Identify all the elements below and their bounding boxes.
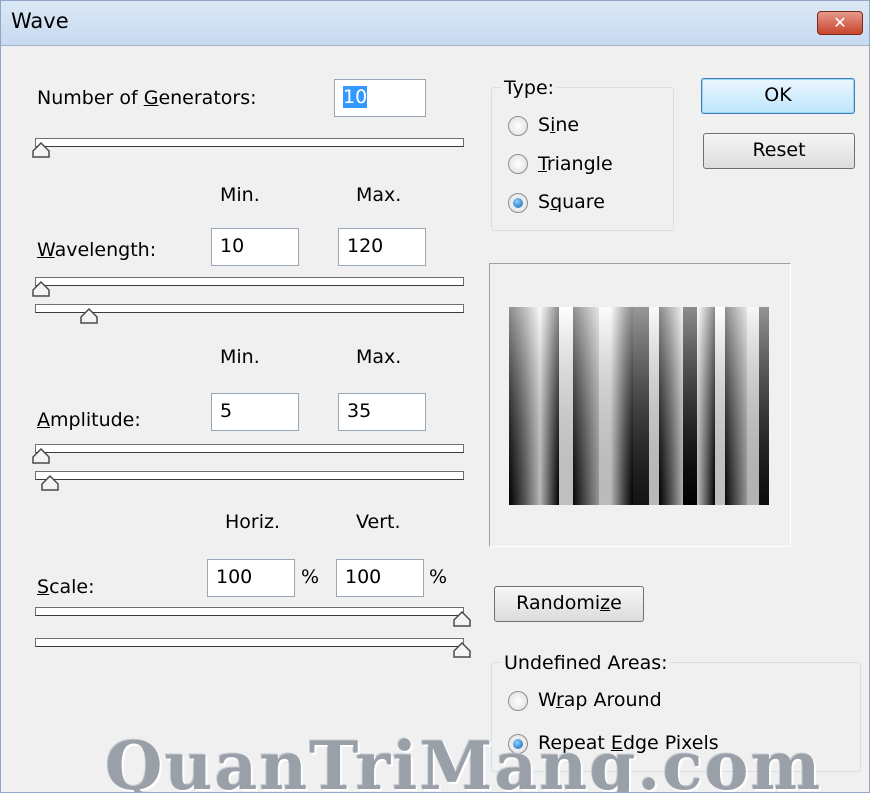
- title-bar[interactable]: Wave ✕: [1, 1, 869, 46]
- amplitude-max-header: Max.: [356, 346, 402, 368]
- amplitude-min-header: Min.: [220, 346, 260, 368]
- ok-button[interactable]: OK: [701, 78, 855, 114]
- scale-horiz-unit: %: [301, 566, 320, 588]
- radio-sine-label[interactable]: Sine: [538, 114, 579, 136]
- wavelength-label: Wavelength:: [37, 239, 157, 261]
- amplitude-min-input[interactable]: 5: [211, 393, 299, 431]
- wavelength-max-header: Max.: [356, 184, 402, 206]
- amplitude-min-slider[interactable]: [35, 444, 464, 453]
- generators-slider-thumb-icon[interactable]: [32, 142, 50, 158]
- amplitude-max-slider[interactable]: [35, 471, 464, 480]
- wavelength-min-thumb-icon[interactable]: [32, 281, 50, 297]
- close-button[interactable]: ✕: [817, 11, 863, 35]
- wavelength-min-header: Min.: [220, 184, 260, 206]
- watermark-logo: QuanTriMang.com: [105, 727, 823, 793]
- wavelength-min-slider[interactable]: [35, 277, 464, 286]
- undefined-areas-label: Undefined Areas:: [501, 652, 671, 674]
- amplitude-max-thumb-icon[interactable]: [41, 475, 59, 491]
- wavelength-min-input[interactable]: 10: [211, 228, 299, 266]
- scale-horiz-header: Horiz.: [225, 511, 281, 533]
- wavelength-max-input[interactable]: 120: [338, 228, 426, 266]
- generators-slider[interactable]: [35, 138, 464, 147]
- scale-vert-slider[interactable]: [35, 638, 464, 647]
- scale-label: Scale:: [37, 576, 95, 598]
- wave-dialog: Wave ✕ Number of Generators: 10 Min. Max…: [0, 0, 870, 793]
- reset-button[interactable]: Reset: [703, 133, 855, 169]
- radio-square[interactable]: [508, 193, 528, 213]
- scale-horiz-input[interactable]: 100: [207, 559, 295, 597]
- scale-horiz-thumb-icon[interactable]: [453, 611, 471, 627]
- wave-preview-image: [509, 307, 769, 505]
- radio-sine[interactable]: [508, 116, 528, 136]
- radio-triangle[interactable]: [508, 154, 528, 174]
- scale-vert-input[interactable]: 100: [336, 559, 424, 597]
- wavelength-max-slider[interactable]: [35, 304, 464, 313]
- close-icon: ✕: [833, 13, 847, 32]
- scale-horiz-slider[interactable]: [35, 607, 464, 616]
- type-group-label: Type:: [501, 77, 558, 99]
- generators-input[interactable]: 10: [334, 79, 426, 117]
- scale-vert-unit: %: [429, 566, 448, 588]
- radio-triangle-label[interactable]: Triangle: [538, 153, 613, 175]
- generators-label: Number of Generators:: [37, 87, 257, 109]
- amplitude-label: Amplitude:: [37, 409, 141, 431]
- window-title: Wave: [11, 9, 69, 33]
- randomize-button[interactable]: Randomize: [494, 586, 644, 622]
- amplitude-max-input[interactable]: 35: [338, 393, 426, 431]
- radio-square-label[interactable]: Square: [538, 191, 605, 213]
- scale-vert-header: Vert.: [356, 511, 401, 533]
- amplitude-min-thumb-icon[interactable]: [32, 448, 50, 464]
- scale-vert-thumb-icon[interactable]: [453, 642, 471, 658]
- radio-wrap-around-label[interactable]: Wrap Around: [538, 689, 662, 711]
- radio-wrap-around[interactable]: [508, 691, 528, 711]
- wavelength-max-thumb-icon[interactable]: [80, 308, 98, 324]
